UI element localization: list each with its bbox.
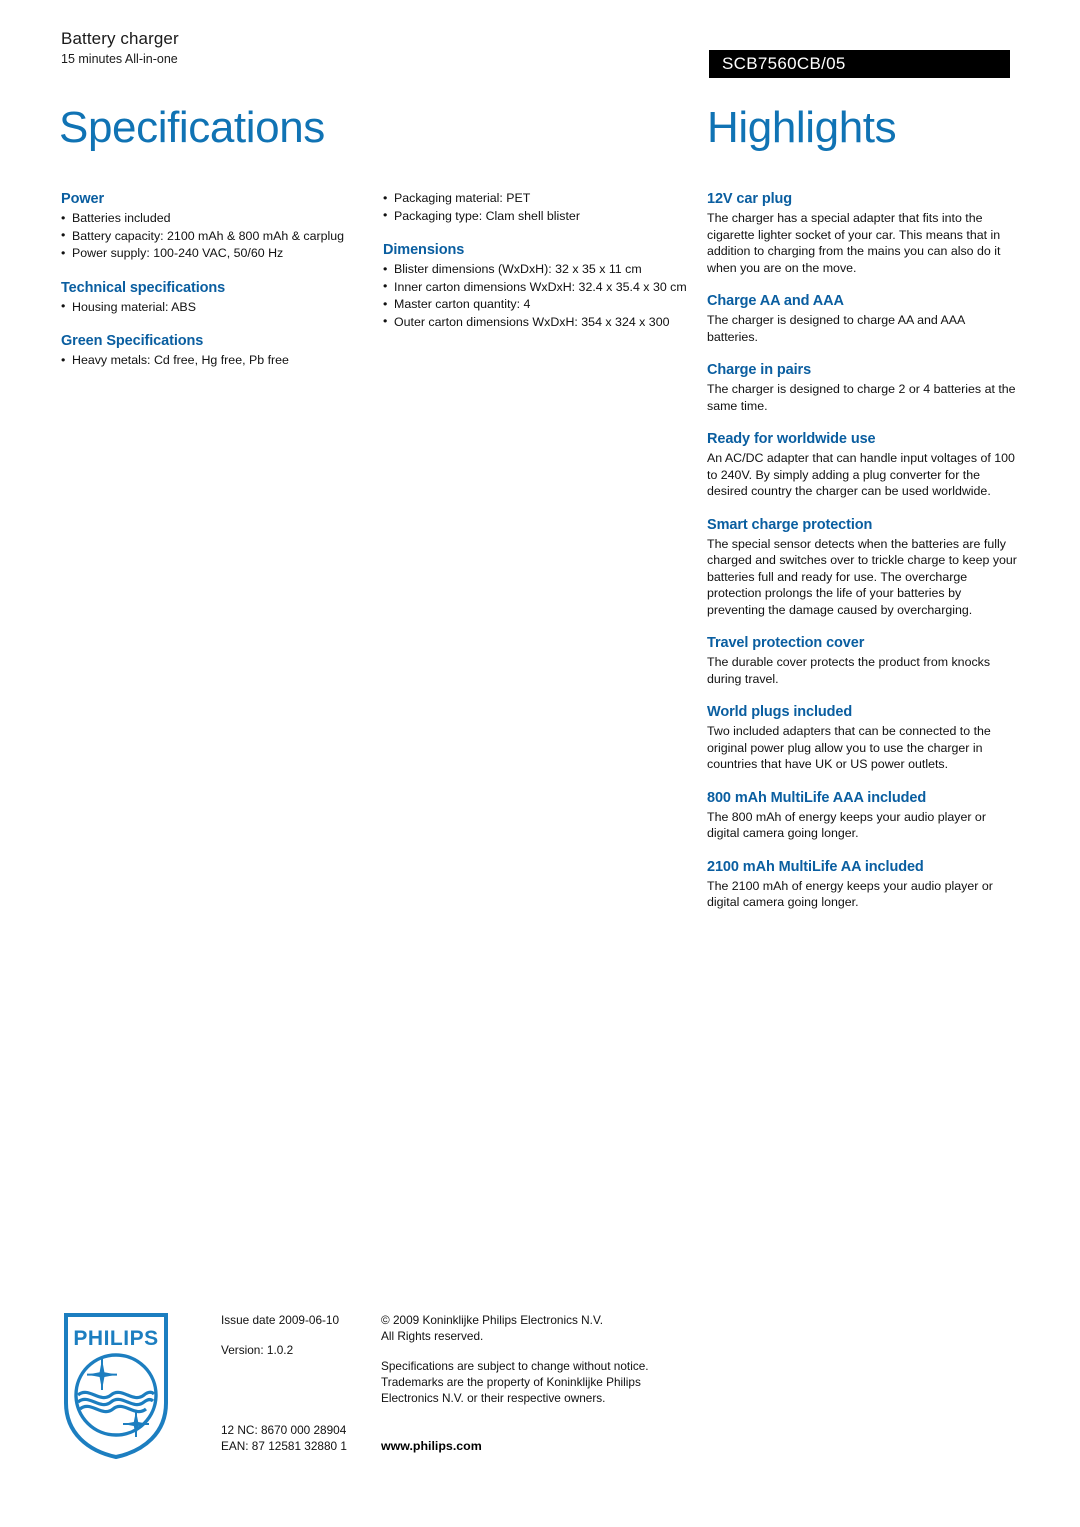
- product-name: Battery charger: [61, 29, 179, 48]
- footer-copyright-line-1: © 2009 Koninklijke Philips Electronics N…: [381, 1313, 604, 1327]
- spec-heading: Power: [61, 191, 105, 207]
- spec-block-green-specifications: Green Specifications Heavy metals: Cd fr…: [61, 332, 371, 369]
- philips-shield-icon: PHILIPS: [64, 1313, 168, 1460]
- page-footer: PHILIPS Issue date 2009-06-10 Version: 1…: [0, 1295, 1080, 1495]
- spec-list: Blister dimensions (WxDxH): 32 x 35 x 11…: [383, 261, 688, 330]
- footer-meta-column: Issue date 2009-06-10 Version: 1.0.2 12 …: [221, 1312, 371, 1453]
- spec-item: Batteries included: [61, 210, 371, 227]
- footer-nc-code: 12 NC: 8670 000 28904: [221, 1423, 347, 1437]
- highlights-column: 12V car plug The charger has a special a…: [707, 190, 1017, 911]
- footer-disclaimer: Specifications are subject to change wit…: [381, 1359, 649, 1405]
- spec-item: Battery capacity: 2100 mAh & 800 mAh & c…: [61, 227, 371, 245]
- highlight-body: The 800 mAh of energy keeps your audio p…: [707, 809, 986, 841]
- spec-item: Inner carton dimensions WxDxH: 32.4 x 35…: [383, 278, 688, 296]
- spec-list: Packaging material: PET Packaging type: …: [383, 190, 688, 224]
- model-code-banner: SCB7560CB/05: [709, 50, 1010, 78]
- highlight-body: Two included adapters that can be connec…: [707, 724, 991, 771]
- spec-item: Heavy metals: Cd free, Hg free, Pb free: [61, 352, 371, 369]
- spec-item: Housing material: ABS: [61, 298, 371, 316]
- footer-code-group: 12 NC: 8670 000 28904 EAN: 87 12581 3288…: [221, 1422, 347, 1454]
- spec-list: Batteries included Battery capacity: 210…: [61, 210, 371, 262]
- product-tagline: 15 minutes All-in-one: [61, 52, 178, 66]
- spec-item: Blister dimensions (WxDxH): 32 x 35 x 11…: [383, 261, 688, 278]
- spec-block-technical-specifications: Technical specifications Housing materia…: [61, 279, 371, 316]
- page-title-specifications: Specifications: [59, 103, 325, 152]
- footer-copyright-line-2: All Rights reserved.: [381, 1329, 484, 1343]
- highlight-title: Charge in pairs: [707, 362, 812, 378]
- page-title-highlights: Highlights: [707, 103, 897, 152]
- spec-heading: Dimensions: [383, 242, 465, 258]
- footer-website-group: www.philips.com: [381, 1438, 482, 1454]
- spec-block-packaging-continued: Packaging material: PET Packaging type: …: [383, 190, 688, 224]
- spec-list: Heavy metals: Cd free, Hg free, Pb free: [61, 352, 371, 369]
- highlight-body: The durable cover protects the product f…: [707, 655, 991, 686]
- spec-heading: Green Specifications: [61, 333, 204, 349]
- highlight-title: Travel protection cover: [707, 635, 865, 651]
- highlight-title: World plugs included: [707, 704, 853, 720]
- highlight-smart-charge-protection: Smart charge protection The special sens…: [707, 516, 1017, 619]
- highlight-2100-mah-multilife-aa-included: 2100 mAh MultiLife AA included The 2100 …: [707, 858, 1017, 911]
- model-code-text: SCB7560CB/05: [722, 54, 846, 73]
- highlight-body: An AC/DC adapter that can handle input v…: [707, 451, 1015, 498]
- product-header: Battery charger 15 minutes All-in-one: [61, 28, 621, 67]
- footer-version: Version: 1.0.2: [221, 1343, 294, 1357]
- highlight-body: The charger is designed to charge AA and…: [707, 313, 965, 344]
- specifications-column-left: Power Batteries included Battery capacit…: [61, 190, 371, 370]
- highlight-body: The charger is designed to charge 2 or 4…: [707, 382, 1016, 413]
- spec-item: Master carton quantity: 4: [383, 296, 688, 313]
- highlight-travel-protection-cover: Travel protection cover The durable cove…: [707, 634, 1017, 687]
- highlight-800-mah-multilife-aaa-included: 800 mAh MultiLife AAA included The 800 m…: [707, 789, 1017, 842]
- philips-logo: PHILIPS: [62, 1311, 170, 1461]
- highlight-charge-aa-and-aaa: Charge AA and AAA The charger is designe…: [707, 292, 1017, 345]
- spec-item: Outer carton dimensions WxDxH: 354 x 324…: [383, 313, 688, 331]
- highlight-title: Ready for worldwide use: [707, 431, 876, 447]
- highlight-title: Charge AA and AAA: [707, 293, 844, 309]
- spec-block-dimensions: Dimensions Blister dimensions (WxDxH): 3…: [383, 241, 688, 330]
- highlight-ready-for-worldwide-use: Ready for worldwide use An AC/DC adapter…: [707, 430, 1017, 500]
- spec-item: Packaging material: PET: [383, 190, 688, 207]
- spec-heading: Technical specifications: [61, 279, 226, 296]
- footer-issue-date: Issue date 2009-06-10: [221, 1313, 340, 1327]
- highlight-12v-car-plug: 12V car plug The charger has a special a…: [707, 190, 1017, 276]
- specifications-column-middle: Packaging material: PET Packaging type: …: [383, 190, 688, 331]
- philips-wordmark: PHILIPS: [73, 1327, 158, 1350]
- highlight-world-plugs-included: World plugs included Two included adapte…: [707, 703, 1017, 773]
- highlight-title: 2100 mAh MultiLife AA included: [707, 858, 924, 875]
- highlight-body: The 2100 mAh of energy keeps your audio …: [707, 878, 993, 910]
- spec-item: Packaging type: Clam shell blister: [383, 207, 688, 225]
- spec-list: Housing material: ABS: [61, 298, 371, 316]
- footer-ean-code: EAN: 87 12581 32880 1: [221, 1439, 347, 1453]
- highlight-body: The charger has a special adapter that f…: [707, 211, 1001, 275]
- highlight-title: Smart charge protection: [707, 516, 873, 533]
- spec-block-power: Power Batteries included Battery capacit…: [61, 190, 371, 262]
- footer-website-link[interactable]: www.philips.com: [381, 1439, 482, 1453]
- highlight-body: The special sensor detects when the batt…: [707, 536, 1017, 617]
- footer-legal-column: © 2009 Koninklijke Philips Electronics N…: [381, 1312, 691, 1453]
- highlight-title: 12V car plug: [707, 191, 793, 207]
- spec-item: Power supply: 100-240 VAC, 50/60 Hz: [61, 245, 371, 262]
- highlight-charge-in-pairs: Charge in pairs The charger is designed …: [707, 361, 1017, 414]
- highlight-title: 800 mAh MultiLife AAA included: [707, 789, 927, 806]
